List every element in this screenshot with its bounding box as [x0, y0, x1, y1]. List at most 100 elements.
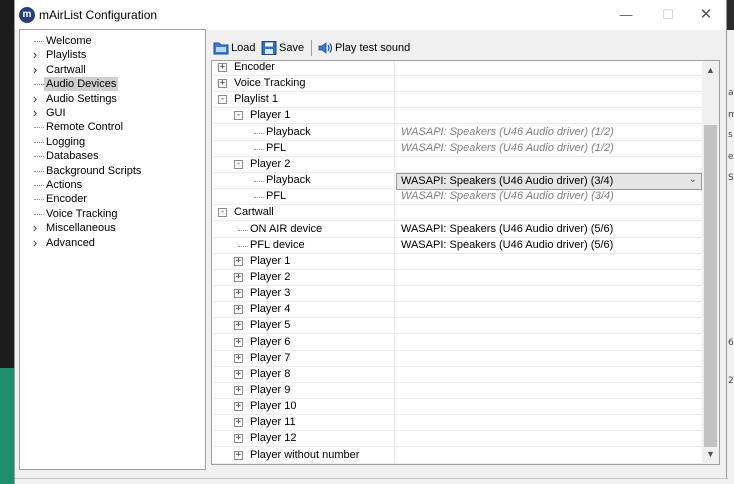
- property-row[interactable]: + Player without number: [212, 447, 702, 464]
- expand-icon[interactable]: +: [234, 272, 243, 282]
- save-button[interactable]: Save: [261, 38, 304, 58]
- nav-item-label: Encoder: [46, 193, 87, 206]
- chevron-down-icon[interactable]: ⌄: [689, 174, 697, 185]
- expand-icon[interactable]: +: [234, 450, 243, 460]
- nav-item-logging[interactable]: Logging: [20, 135, 205, 149]
- property-row[interactable]: + Encoder: [212, 61, 702, 76]
- property-label: Player 11: [250, 416, 296, 429]
- nav-item-miscellaneous[interactable]: › Miscellaneous: [20, 221, 205, 235]
- device-dropdown[interactable]: WASAPI: Speakers (U46 Audio driver) (3/4…: [396, 173, 702, 191]
- minimize-button[interactable]: —: [605, 0, 647, 30]
- property-row[interactable]: - Player 2: [212, 156, 702, 173]
- property-row[interactable]: ON AIR device WASAPI: Speakers (U46 Audio…: [212, 221, 702, 238]
- nav-item-welcome[interactable]: Welcome: [20, 34, 205, 48]
- column-divider: [394, 108, 395, 125]
- property-row[interactable]: - Player 1: [212, 108, 702, 125]
- chevron-right-icon[interactable]: ›: [30, 221, 40, 235]
- property-row[interactable]: + Player 8: [212, 366, 702, 383]
- property-row[interactable]: Playback WASAPI: Speakers (U46 Audio driv…: [212, 124, 702, 141]
- nav-item-voice-tracking[interactable]: Voice Tracking: [20, 207, 205, 221]
- property-row[interactable]: PFL WASAPI: Speakers (U46 Audio driver) (…: [212, 189, 702, 206]
- maximize-button[interactable]: ☐: [647, 0, 689, 30]
- property-row[interactable]: + Player 11: [212, 415, 702, 432]
- property-row[interactable]: + Player 2: [212, 269, 702, 286]
- settings-tree[interactable]: Welcome › Playlists › Cartwall Audio Devices ›…: [19, 29, 206, 470]
- chevron-right-icon[interactable]: ›: [30, 91, 40, 106]
- close-button[interactable]: ✕: [685, 0, 727, 30]
- nav-item-background-scripts[interactable]: Background Scripts: [20, 164, 205, 178]
- scroll-up-icon[interactable]: ▲: [702, 65, 719, 79]
- config-window: m mAirList Configuration — ☐ ✕ Welcome › P…: [14, 0, 728, 484]
- chevron-right-icon[interactable]: ›: [30, 235, 40, 250]
- expand-icon[interactable]: +: [234, 418, 243, 428]
- expand-icon[interactable]: +: [234, 321, 243, 331]
- nav-item-remote-control[interactable]: Remote Control: [20, 120, 205, 134]
- collapse-icon[interactable]: -: [218, 95, 227, 105]
- column-divider: [394, 237, 395, 254]
- collapse-icon[interactable]: -: [234, 159, 243, 169]
- window-title: mAirList Configuration: [39, 8, 158, 22]
- property-value[interactable]: WASAPI: Speakers (U46 Audio driver) (1/2…: [401, 126, 614, 138]
- column-divider: [394, 350, 395, 367]
- property-label: Voice Tracking: [234, 77, 306, 90]
- nav-item-label: Cartwall: [46, 63, 86, 76]
- device-property-grid[interactable]: + Encoder + Voice Tracking - Playlist 1- Playe…: [211, 60, 720, 465]
- column-divider: [394, 334, 395, 351]
- expand-icon[interactable]: +: [234, 386, 243, 395]
- property-row[interactable]: + Player 10: [212, 399, 702, 416]
- property-row[interactable]: + Voice Tracking: [212, 76, 702, 93]
- nav-item-playlists[interactable]: › Playlists: [20, 48, 205, 62]
- title-bar[interactable]: m mAirList Configuration — ☐ ✕: [15, 0, 726, 30]
- play-test-sound-button[interactable]: Play test sound: [317, 38, 410, 58]
- property-row[interactable]: + Player 5: [212, 318, 702, 335]
- nav-item-label: Playlists: [46, 49, 87, 62]
- property-row[interactable]: PFL device WASAPI: Speakers (U46 Audio dr…: [212, 237, 702, 254]
- property-row[interactable]: PFL WASAPI: Speakers (U46 Audio driver) (…: [212, 140, 702, 157]
- nav-item-audio-devices[interactable]: Audio Devices: [20, 77, 205, 92]
- property-row[interactable]: + Player 3: [212, 286, 702, 303]
- property-row[interactable]: Playback WASAPI: Speakers (U46 Audio driv…: [212, 173, 702, 191]
- property-value[interactable]: WASAPI: Speakers (U46 Audio driver) (5/6…: [401, 223, 613, 235]
- property-row[interactable]: + Player 6: [212, 334, 702, 351]
- chevron-right-icon[interactable]: ›: [30, 48, 40, 62]
- property-value[interactable]: WASAPI: Speakers (U46 Audio driver) (5/6…: [401, 239, 613, 251]
- collapse-icon[interactable]: -: [218, 208, 227, 218]
- nav-item-databases[interactable]: Databases: [20, 149, 205, 163]
- property-row[interactable]: - Playlist 1: [212, 92, 702, 109]
- nav-item-cartwall[interactable]: › Cartwall: [20, 62, 205, 77]
- expand-icon[interactable]: +: [234, 289, 243, 299]
- scrollbar-thumb[interactable]: [704, 125, 717, 447]
- scroll-down-icon[interactable]: ▼: [702, 449, 719, 463]
- property-row[interactable]: - Cartwall: [212, 205, 702, 222]
- property-label: Cartwall: [234, 206, 274, 219]
- speaker-icon: [318, 42, 333, 54]
- nav-item-encoder[interactable]: Encoder: [20, 192, 205, 206]
- nav-item-actions[interactable]: Actions: [20, 178, 205, 192]
- nav-item-gui[interactable]: › GUI: [20, 106, 205, 120]
- expand-icon[interactable]: +: [218, 63, 227, 72]
- nav-item-advanced[interactable]: › Advanced: [20, 235, 205, 250]
- column-divider: [394, 383, 395, 399]
- expand-icon[interactable]: +: [234, 402, 243, 412]
- expand-icon[interactable]: +: [234, 353, 243, 363]
- expand-icon[interactable]: +: [234, 434, 243, 444]
- property-row[interactable]: + Player 1: [212, 253, 702, 270]
- property-value[interactable]: WASAPI: Speakers (U46 Audio driver) (3/4…: [401, 190, 614, 202]
- nav-item-audio-settings[interactable]: › Audio Settings: [20, 91, 205, 106]
- expand-icon[interactable]: +: [234, 305, 243, 315]
- property-row[interactable]: + Player 12: [212, 431, 702, 448]
- expand-icon[interactable]: +: [234, 256, 243, 266]
- chevron-right-icon[interactable]: ›: [30, 106, 40, 120]
- property-row[interactable]: + Player 9: [212, 383, 702, 399]
- property-row[interactable]: + Player 7: [212, 350, 702, 367]
- expand-icon[interactable]: +: [234, 369, 243, 379]
- load-button[interactable]: Load: [213, 38, 255, 58]
- property-row[interactable]: + Player 4: [212, 302, 702, 319]
- property-value[interactable]: WASAPI: Speakers (U46 Audio driver) (1/2…: [401, 142, 614, 154]
- collapse-icon[interactable]: -: [234, 111, 243, 121]
- expand-icon[interactable]: +: [218, 79, 227, 89]
- vertical-scrollbar[interactable]: ▲ ▼: [702, 61, 719, 464]
- column-divider: [394, 61, 395, 76]
- chevron-right-icon[interactable]: ›: [30, 62, 40, 77]
- expand-icon[interactable]: +: [234, 337, 243, 347]
